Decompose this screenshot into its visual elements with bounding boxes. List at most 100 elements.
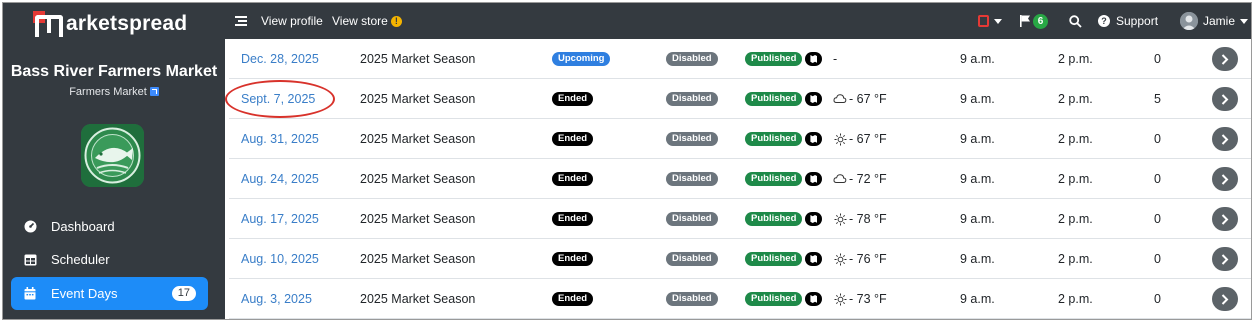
map-icon[interactable]: [805, 132, 823, 146]
event-date-link[interactable]: Aug. 17, 2025: [241, 212, 319, 226]
count-cell: 5: [1154, 79, 1161, 119]
count-cell: 0: [1154, 199, 1161, 239]
sidebar: arketspread Bass River Farmers Market Fa…: [3, 3, 225, 319]
sidebar-item-label: Dashboard: [51, 219, 115, 234]
status-cell: Ended: [552, 159, 594, 199]
sidebar-item-label: Event Days: [51, 286, 118, 301]
view-profile-label: View profile: [261, 14, 323, 28]
season-cell: 2025 Market Season: [360, 159, 475, 199]
view-store-label: View store: [332, 14, 388, 28]
top-navbar: View profile View store ! 6 ? Support Ja…: [225, 3, 1251, 39]
search-button[interactable]: [1069, 3, 1082, 39]
open-event-button[interactable]: [1212, 287, 1238, 311]
store-cell: Disabled: [666, 199, 718, 239]
open-event-button[interactable]: [1212, 247, 1238, 271]
weather-text: - 67 °F: [849, 92, 887, 106]
event-date-cell: Aug. 24, 2025: [241, 159, 319, 199]
chevron-right-icon: [1221, 53, 1229, 65]
season-cell: 2025 Market Season: [360, 199, 475, 239]
end-time: 2 p.m.: [1058, 172, 1093, 186]
table-row: Sept. 7, 2025 2025 Market Season Ended Disa…: [229, 79, 1251, 119]
end-time: 2 p.m.: [1058, 52, 1093, 66]
end-time-cell: 2 p.m.: [1058, 79, 1093, 119]
published-badge: Published: [745, 252, 803, 266]
event-date-link[interactable]: Aug. 10, 2025: [241, 252, 319, 266]
brand-logo[interactable]: arketspread: [33, 9, 187, 39]
weather-text: - 78 °F: [849, 212, 887, 226]
status-cell: Ended: [552, 239, 594, 279]
published-badge: Published: [745, 292, 803, 306]
event-date-cell: Aug. 10, 2025: [241, 239, 319, 279]
event-date-link[interactable]: Aug. 3, 2025: [241, 292, 312, 306]
market-name: Bass River Farmers Market: [10, 63, 218, 80]
logo-text: arketspread: [66, 12, 188, 35]
external-link-icon[interactable]: [149, 87, 159, 96]
red-square-icon: [978, 15, 989, 27]
app-window: arketspread Bass River Farmers Market Fa…: [2, 2, 1252, 320]
notifications-dropdown[interactable]: [978, 3, 1002, 39]
weather-cell: - 67 °F: [833, 79, 887, 119]
flags-button[interactable]: 6: [1020, 3, 1048, 39]
map-icon[interactable]: [805, 172, 823, 186]
start-time-cell: 9 a.m.: [960, 239, 995, 279]
count-cell: 0: [1154, 119, 1161, 159]
chevron-right-icon: [1221, 253, 1229, 265]
support-link[interactable]: ? Support: [1098, 3, 1158, 39]
published-badge: Published: [745, 172, 803, 186]
event-days-count-badge: 17: [171, 286, 196, 301]
weather-text: -: [833, 52, 838, 66]
store-cell: Disabled: [666, 39, 718, 79]
view-profile-link[interactable]: View profile: [261, 3, 323, 39]
event-date-link[interactable]: Aug. 31, 2025: [241, 132, 319, 146]
season-name: 2025 Market Season: [360, 52, 476, 66]
open-event-button[interactable]: [1212, 167, 1238, 191]
map-icon[interactable]: [805, 252, 823, 266]
open-event-button[interactable]: [1212, 207, 1238, 231]
store-status-badge: Disabled: [666, 292, 718, 306]
event-date-cell: Dec. 28, 2025: [241, 39, 319, 79]
end-time: 2 p.m.: [1058, 92, 1093, 106]
season-name: 2025 Market Season: [360, 292, 476, 306]
cloud-icon: [833, 92, 847, 106]
chevron-down-icon: [994, 18, 1002, 24]
start-time-cell: 9 a.m.: [960, 39, 995, 79]
event-date-link[interactable]: Aug. 24, 2025: [241, 172, 319, 186]
user-menu[interactable]: Jamie: [1180, 3, 1249, 39]
start-time-cell: 9 a.m.: [960, 159, 995, 199]
chevron-right-icon: [1221, 93, 1229, 105]
event-days-table: Dec. 28, 2025 2025 Market Season Upcoming D…: [229, 39, 1251, 319]
table-row: Aug. 31, 2025 2025 Market Season Ended Disa…: [229, 119, 1251, 159]
store-cell: Disabled: [666, 79, 718, 119]
chevron-right-icon: [1221, 213, 1229, 225]
open-event-button[interactable]: [1212, 47, 1238, 71]
vendor-count: 0: [1154, 212, 1161, 226]
sidebar-item-scheduler[interactable]: Scheduler: [3, 243, 225, 276]
menu-icon: [235, 16, 247, 26]
sun-icon: [833, 212, 847, 226]
start-time: 9 a.m.: [960, 132, 995, 146]
map-icon[interactable]: [805, 52, 823, 66]
sidebar-item-event-days[interactable]: Event Days 17: [11, 277, 208, 310]
event-date-link[interactable]: Dec. 28, 2025: [241, 52, 319, 66]
dashboard-icon: [23, 220, 37, 234]
sidebar-item-dashboard[interactable]: Dashboard: [3, 210, 225, 243]
map-icon[interactable]: [805, 92, 823, 106]
end-time: 2 p.m.: [1058, 252, 1093, 266]
count-cell: 0: [1154, 279, 1161, 319]
start-time-cell: 9 a.m.: [960, 119, 995, 159]
map-icon[interactable]: [805, 292, 823, 306]
start-time: 9 a.m.: [960, 92, 995, 106]
open-event-button[interactable]: [1212, 87, 1238, 111]
view-store-link[interactable]: View store !: [332, 3, 402, 39]
map-icon[interactable]: [805, 212, 823, 226]
event-date-link[interactable]: Sept. 7, 2025: [241, 92, 315, 106]
season-cell: 2025 Market Season: [360, 39, 475, 79]
table-row: Aug. 10, 2025 2025 Market Season Ended Disa…: [229, 239, 1251, 279]
table-row: Aug. 17, 2025 2025 Market Season Ended Disa…: [229, 199, 1251, 239]
sidebar-toggle-button[interactable]: [235, 3, 247, 39]
open-event-button[interactable]: [1212, 127, 1238, 151]
avatar: [1180, 12, 1198, 30]
season-cell: 2025 Market Season: [360, 279, 475, 319]
warning-icon: !: [390, 15, 402, 27]
chevron-down-icon: [1240, 18, 1249, 24]
